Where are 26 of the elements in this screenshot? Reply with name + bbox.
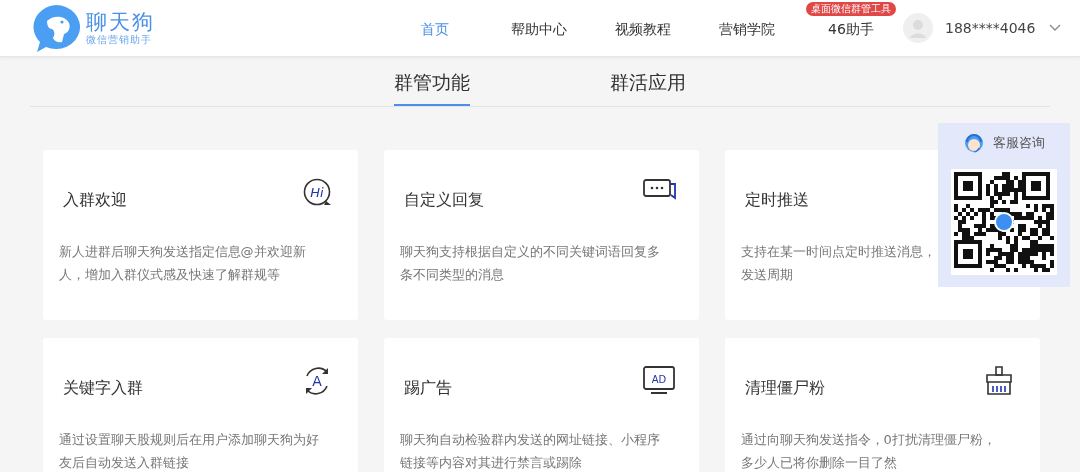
user-phone[interactable]: 188****4046	[945, 20, 1036, 36]
avatar-icon	[903, 13, 933, 43]
card-title: 自定义回复	[403, 190, 484, 211]
support-title: 客服咨询	[993, 134, 1045, 152]
card-description: 通过设置聊天股规则后在用户添加聊天狗为好 友后自动发送入群链接	[58, 431, 320, 472]
card-title: 关键字入群	[62, 378, 143, 399]
card-title: 踢广告	[403, 378, 452, 399]
card-title: 定时推送	[744, 190, 809, 211]
logo-name: 聊天狗	[86, 10, 155, 34]
promo-badge: 桌面微信群管工具	[806, 2, 896, 16]
card-title: 清理僵尸粉	[744, 378, 825, 399]
nav-link[interactable]: 46助手	[828, 21, 874, 39]
chevron-down-icon	[1049, 24, 1062, 32]
card-description: 通过向聊天狗发送指令，0打扰清理僵尸粉， 多少人已将你删除一目了然	[740, 431, 997, 472]
card-description: 支持在某一时间点定时推送消息， 发送周期	[740, 243, 937, 284]
nav-link[interactable]: 营销学院	[719, 21, 775, 39]
logo-tagline: 微信营销助手	[86, 34, 153, 46]
headset-agent-icon	[963, 132, 985, 154]
section-tab[interactable]: 群管功能	[394, 58, 470, 106]
card-title: 入群欢迎	[62, 190, 127, 211]
nav-link[interactable]: 帮助中心	[511, 21, 567, 39]
nav-link[interactable]: 视频教程	[615, 21, 671, 39]
section-tab[interactable]: 群活应用	[610, 58, 686, 106]
card-description: 聊天狗支持根据自定义的不同关键词语回复多 条不同类型的消息	[399, 243, 661, 284]
card-description: 聊天狗自动检验群内发送的网址链接、小程序 链接等内容对其进行禁言或踢除	[399, 431, 661, 472]
card-description: 新人进群后聊天狗发送指定信息@并欢迎新 人，增加入群仪式感及快速了解群规等	[58, 243, 307, 284]
